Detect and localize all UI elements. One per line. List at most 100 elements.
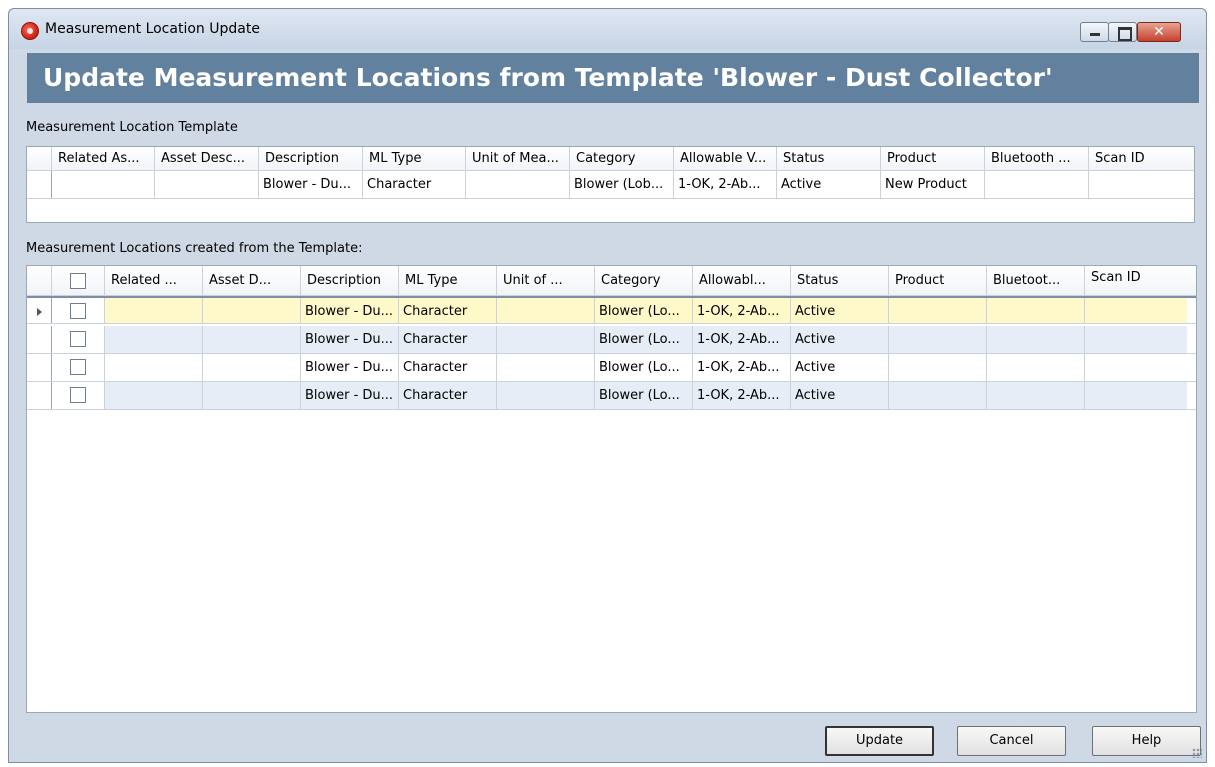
table-cell[interactable]: Active — [791, 382, 889, 409]
resize-grip-icon[interactable] — [1192, 748, 1202, 758]
table-cell[interactable] — [203, 354, 301, 381]
row-checkbox-cell[interactable] — [52, 382, 105, 409]
table-cell[interactable]: Blower (Lo... — [595, 298, 693, 323]
column-header[interactable]: Description — [301, 266, 399, 295]
table-cell[interactable]: Character — [363, 171, 466, 198]
title-bar[interactable]: Measurement Location Update ✕ — [9, 9, 1206, 49]
table-cell[interactable] — [1089, 171, 1194, 198]
row-checkbox-cell[interactable] — [52, 354, 105, 381]
row-checkbox-cell[interactable] — [52, 326, 105, 353]
table-cell[interactable]: Blower - Du... — [259, 171, 363, 198]
table-cell[interactable]: Blower - Du... — [301, 326, 399, 353]
table-cell[interactable] — [203, 382, 301, 409]
table-cell[interactable] — [1085, 326, 1187, 353]
table-cell[interactable] — [987, 326, 1085, 353]
column-header[interactable]: Bluetoot... — [987, 266, 1085, 295]
table-cell[interactable]: New Product — [881, 171, 985, 198]
table-cell[interactable]: Blower - Du... — [301, 382, 399, 409]
row-selector[interactable] — [27, 354, 52, 381]
column-header[interactable]: Related As... — [52, 147, 155, 170]
table-cell[interactable]: Blower (Lo... — [595, 382, 693, 409]
table-cell[interactable] — [155, 171, 259, 198]
table-cell[interactable] — [203, 298, 301, 323]
help-button[interactable]: Help — [1092, 726, 1201, 756]
table-cell[interactable]: 1-OK, 2-Ab... — [693, 382, 791, 409]
select-all-header[interactable] — [52, 266, 105, 295]
table-cell[interactable] — [987, 382, 1085, 409]
table-cell[interactable] — [105, 382, 203, 409]
table-cell[interactable]: 1-OK, 2-Ab... — [693, 354, 791, 381]
table-cell[interactable]: Character — [399, 354, 497, 381]
row-selector[interactable] — [27, 298, 52, 323]
column-header[interactable]: ML Type — [399, 266, 497, 295]
cancel-button[interactable]: Cancel — [957, 726, 1066, 756]
table-cell[interactable]: Blower - Du... — [301, 354, 399, 381]
table-cell[interactable] — [889, 326, 987, 353]
template-grid[interactable]: Related As... Asset Desc... Description … — [26, 146, 1195, 223]
row-selector[interactable] — [27, 171, 52, 198]
table-row[interactable]: Blower - Du... Character Blower (Lob... … — [27, 171, 1194, 199]
table-cell[interactable]: 1-OK, 2-Ab... — [674, 171, 777, 198]
table-cell[interactable] — [105, 298, 203, 323]
column-header[interactable]: Unit of ... — [497, 266, 595, 295]
table-cell[interactable] — [497, 382, 595, 409]
column-header[interactable]: Bluetooth ... — [985, 147, 1089, 170]
row-checkbox-cell[interactable] — [52, 298, 105, 323]
table-cell[interactable] — [987, 354, 1085, 381]
table-cell[interactable] — [889, 298, 987, 323]
table-cell[interactable] — [466, 171, 570, 198]
column-header[interactable]: Asset Desc... — [155, 147, 259, 170]
column-header[interactable]: Unit of Mea... — [466, 147, 570, 170]
table-row[interactable]: Blower - Du... Character Blower (Lo... 1… — [27, 354, 1196, 382]
table-cell[interactable]: Active — [777, 171, 881, 198]
row-checkbox[interactable] — [70, 303, 86, 319]
table-cell[interactable] — [889, 382, 987, 409]
minimize-button[interactable] — [1080, 22, 1109, 42]
column-header[interactable]: Description — [259, 147, 363, 170]
column-header[interactable]: Allowable V... — [674, 147, 777, 170]
select-all-checkbox[interactable] — [70, 273, 86, 289]
row-checkbox[interactable] — [70, 331, 86, 347]
close-button[interactable]: ✕ — [1137, 22, 1181, 42]
locations-grid[interactable]: Related ... Asset D... Description ML Ty… — [26, 265, 1197, 713]
table-row[interactable]: Blower - Du... Character Blower (Lo... 1… — [27, 382, 1196, 410]
row-checkbox[interactable] — [70, 387, 86, 403]
column-header[interactable]: Status — [791, 266, 889, 295]
table-cell[interactable]: Character — [399, 298, 497, 323]
table-row[interactable]: Blower - Du... Character Blower (Lo... 1… — [27, 296, 1196, 324]
column-header[interactable]: Category — [595, 266, 693, 295]
table-cell[interactable] — [497, 326, 595, 353]
table-cell[interactable] — [1085, 382, 1187, 409]
column-header[interactable]: Status — [777, 147, 881, 170]
column-header[interactable]: Allowabl... — [693, 266, 791, 295]
table-cell[interactable]: Blower - Du... — [301, 298, 399, 323]
table-cell[interactable] — [497, 298, 595, 323]
column-header[interactable]: Category — [570, 147, 674, 170]
column-header[interactable]: Asset D... — [203, 266, 301, 295]
column-header[interactable]: Product — [889, 266, 987, 295]
table-cell[interactable]: Character — [399, 382, 497, 409]
table-cell[interactable] — [203, 326, 301, 353]
table-cell[interactable] — [1085, 354, 1187, 381]
table-cell[interactable]: Blower (Lob... — [570, 171, 674, 198]
table-cell[interactable]: Character — [399, 326, 497, 353]
table-row[interactable]: Blower - Du... Character Blower (Lo... 1… — [27, 326, 1196, 354]
table-cell[interactable] — [889, 354, 987, 381]
table-cell[interactable] — [105, 354, 203, 381]
table-cell[interactable]: Active — [791, 354, 889, 381]
table-cell[interactable] — [52, 171, 155, 198]
update-button[interactable]: Update — [825, 726, 934, 756]
row-selector[interactable] — [27, 382, 52, 409]
maximize-button[interactable] — [1108, 22, 1137, 42]
table-cell[interactable] — [985, 171, 1089, 198]
table-cell[interactable]: 1-OK, 2-Ab... — [693, 298, 791, 323]
table-cell[interactable]: Active — [791, 326, 889, 353]
table-cell[interactable]: Active — [791, 298, 889, 323]
table-cell[interactable] — [987, 298, 1085, 323]
table-cell[interactable]: Blower (Lo... — [595, 326, 693, 353]
table-cell[interactable]: 1-OK, 2-Ab... — [693, 326, 791, 353]
column-header[interactable]: ML Type — [363, 147, 466, 170]
column-header[interactable]: Scan ID — [1085, 266, 1187, 295]
column-header[interactable]: Scan ID — [1089, 147, 1194, 170]
row-checkbox[interactable] — [70, 359, 86, 375]
